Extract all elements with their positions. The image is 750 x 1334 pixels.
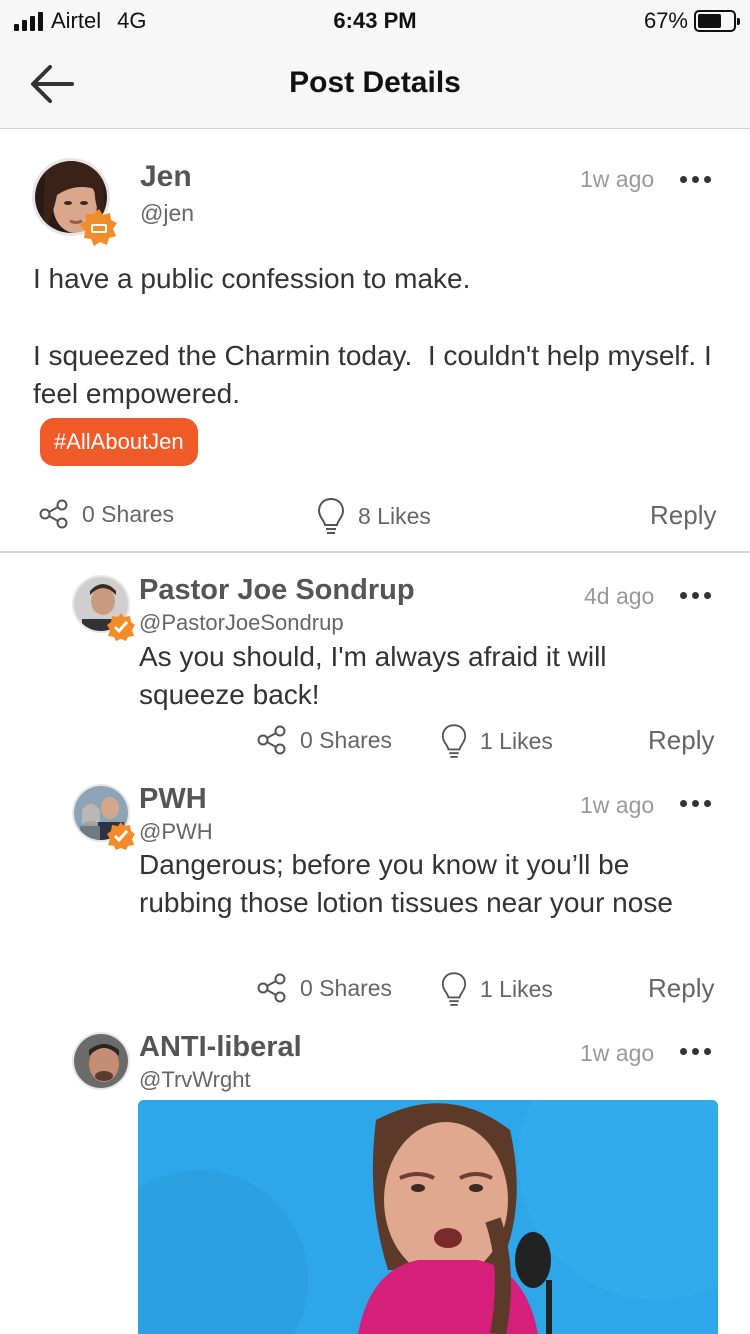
nav-bar: Post Details — [0, 40, 750, 129]
comment-text: Dangerous; before you know it you’ll be … — [139, 849, 673, 918]
post-text-line2: I squeezed the Charmin today. I couldn't… — [33, 340, 720, 409]
comment-author-handle: @TrvWrght — [139, 1067, 251, 1092]
share-button[interactable]: 0 Shares — [38, 498, 174, 530]
like-count: 1 Likes — [480, 975, 553, 1002]
battery-fill — [698, 14, 721, 28]
more-options-icon[interactable] — [680, 170, 711, 189]
like-button[interactable]: 8 Likes — [316, 496, 431, 536]
share-count: 0 Shares — [300, 726, 393, 753]
lightbulb-icon — [317, 497, 345, 534]
post-author-name[interactable]: Jen — [140, 160, 192, 194]
verified-badge-icon — [106, 612, 136, 642]
avatar[interactable] — [72, 1032, 130, 1090]
lightbulb-icon — [441, 972, 467, 1006]
share-button[interactable]: 0 Shares — [256, 972, 392, 1004]
more-options-icon[interactable] — [680, 586, 711, 605]
share-icon — [257, 725, 286, 755]
reply-button[interactable]: Reply — [648, 725, 714, 756]
divider — [0, 551, 750, 553]
comment-timestamp: 1w ago — [580, 1040, 655, 1066]
status-time: 6:43 PM — [333, 8, 417, 33]
reply-button[interactable]: Reply — [648, 973, 714, 1004]
reply-button[interactable]: Reply — [650, 500, 716, 531]
comment-media-image[interactable] — [138, 1100, 718, 1334]
share-count: 0 Shares — [82, 500, 175, 527]
lightbulb-icon — [441, 724, 467, 758]
share-count: 0 Shares — [300, 974, 393, 1001]
post-timestamp: 1w ago — [580, 166, 655, 192]
post-author-handle: @jen — [140, 200, 195, 226]
share-icon — [257, 973, 286, 1003]
comment-timestamp: 4d ago — [584, 583, 655, 609]
comment-timestamp: 1w ago — [580, 792, 655, 818]
like-count: 8 Likes — [358, 502, 431, 529]
like-button[interactable]: 1 Likes — [440, 970, 553, 1008]
battery-percent: 67% — [643, 8, 688, 33]
battery-icon — [694, 10, 740, 32]
like-button[interactable]: 1 Likes — [440, 722, 553, 760]
comment-author-handle: @PWH — [139, 819, 213, 844]
share-button[interactable]: 0 Shares — [256, 724, 392, 756]
comment-text: As you should, I'm always afraid it will… — [139, 641, 615, 710]
status-right: 67% — [643, 8, 740, 34]
hashtag-chip[interactable]: #AllAboutJen — [40, 418, 198, 466]
page-title: Post Details — [289, 66, 461, 99]
status-bar: Airtel 4G 6:43 PM 67% — [0, 0, 750, 40]
verified-badge-icon — [106, 821, 136, 851]
verified-badge-icon — [80, 208, 118, 246]
comment-author-name[interactable]: Pastor Joe Sondrup — [139, 574, 415, 607]
more-options-icon[interactable] — [680, 794, 711, 813]
like-count: 1 Likes — [480, 727, 553, 754]
share-icon — [39, 499, 68, 529]
comment-author-name[interactable]: PWH — [139, 783, 207, 816]
comment-author-handle: @PastorJoeSondrup — [139, 610, 344, 635]
comment-author-name[interactable]: ANTI-liberal — [139, 1031, 302, 1064]
post-text-line1: I have a public confession to make. — [33, 263, 471, 294]
more-options-icon[interactable] — [680, 1042, 711, 1061]
